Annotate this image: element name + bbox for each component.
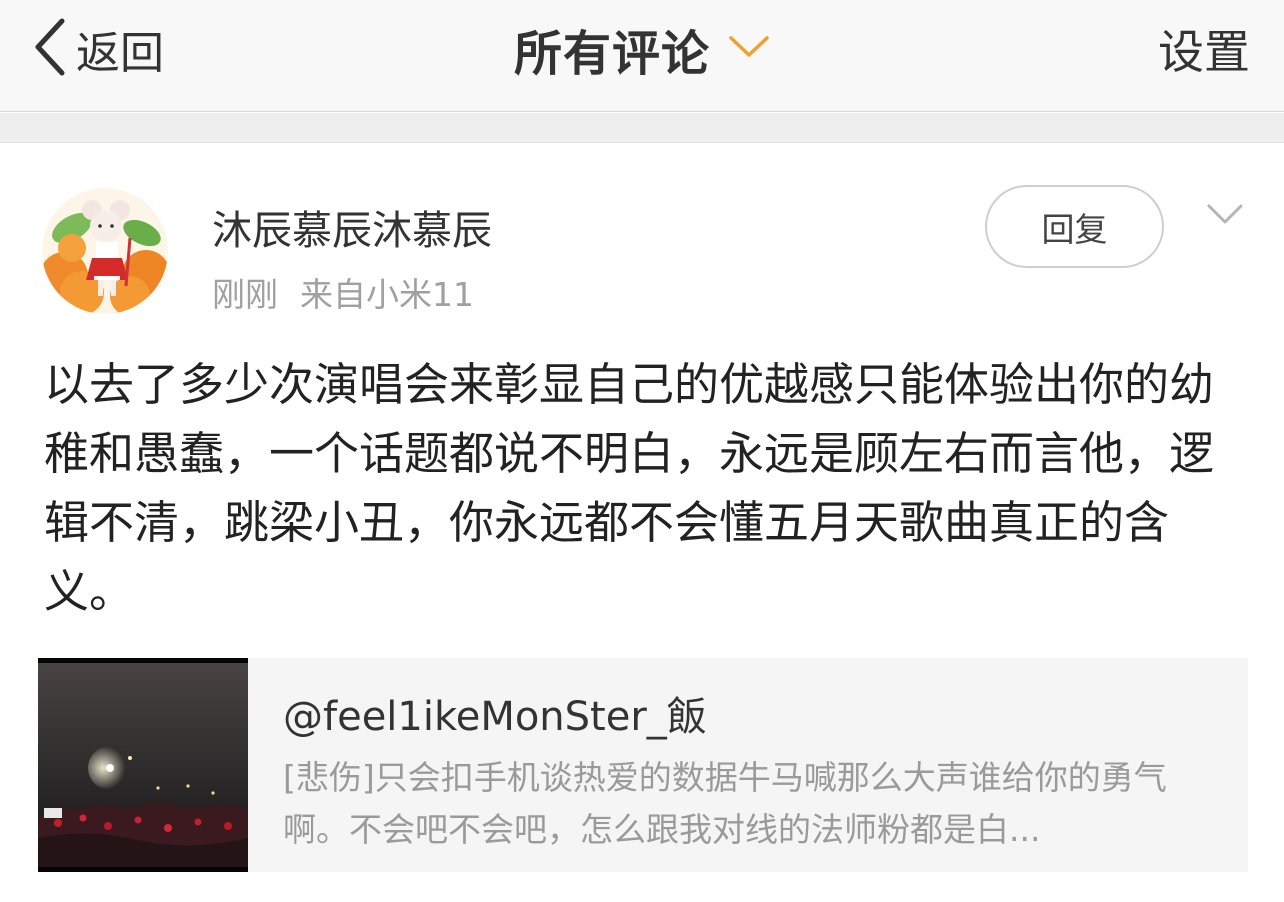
avatar[interactable] <box>42 188 168 314</box>
quoted-post-thumbnail <box>38 658 248 872</box>
section-divider <box>0 113 1284 143</box>
reply-button[interactable]: 回复 <box>985 185 1164 268</box>
chevron-down-icon <box>1205 204 1245 234</box>
nav-bar: 返回 所有评论 设置 <box>0 0 1284 112</box>
settings-button[interactable]: 设置 <box>1158 14 1250 84</box>
page-title: 所有评论 <box>513 26 710 82</box>
comment-username[interactable]: 沐辰慕辰沐慕辰 <box>212 198 492 256</box>
quoted-post-author[interactable]: @feel1ikeMonSter_飯 <box>283 684 707 742</box>
comment-text: 以去了多少次演唱会来彰显自己的优越感只能体验出你的幼稚和愚蠢，一个话题都说不明白… <box>44 358 1215 618</box>
quoted-post-card[interactable]: @feel1ikeMonSter_飯 [悲伤]只会扣手机谈热爱的数据牛马喊那么大… <box>38 658 1248 872</box>
comment-meta: 刚刚 来自小米11 <box>212 268 474 316</box>
comment-source: 来自小米11 <box>300 275 474 314</box>
quoted-post-text: [悲伤]只会扣手机谈热爱的数据牛马喊那么大声谁给你的勇气啊。不会吧不会吧，怎么跟… <box>283 758 1167 849</box>
chevron-down-icon <box>710 34 770 64</box>
comment-menu-button[interactable] <box>1205 200 1245 230</box>
comment-time: 刚刚 <box>212 275 278 314</box>
comments-filter-dropdown[interactable]: 所有评论 <box>0 14 1284 84</box>
